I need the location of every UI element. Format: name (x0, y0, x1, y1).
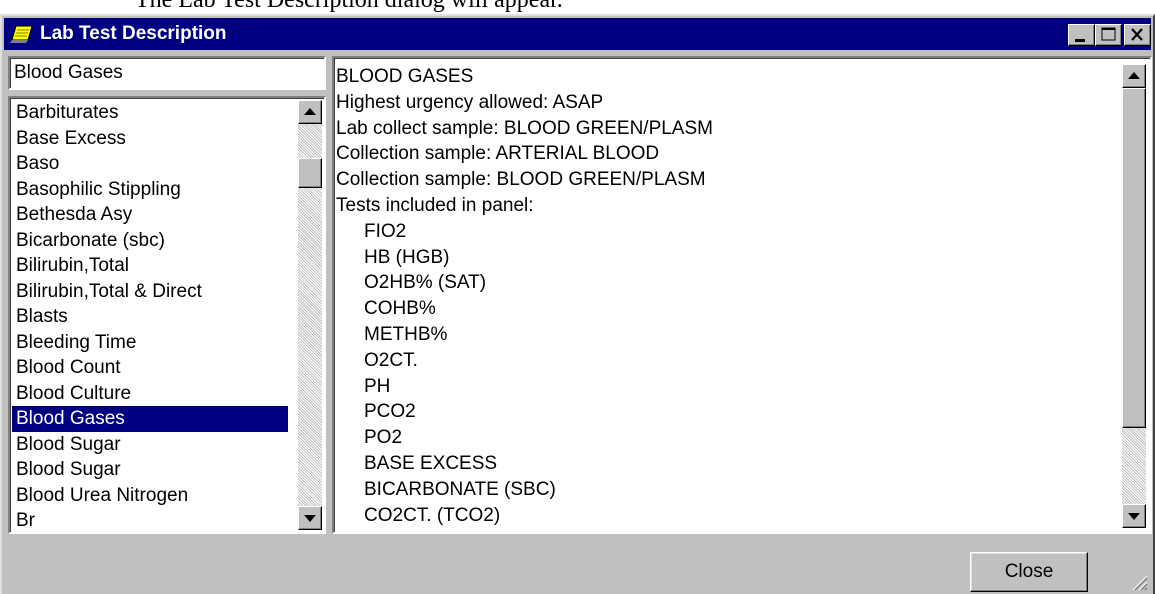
description-line: Tests included in panel: (336, 194, 534, 216)
list-item[interactable]: Bilirubin,Total & Direct (12, 279, 288, 305)
panel-test-line: BASE EXCESS (364, 452, 498, 474)
list-scroll-thumb[interactable] (298, 158, 322, 188)
resize-grip-icon[interactable] (1129, 572, 1149, 592)
arrow-down-icon (304, 515, 316, 522)
list-scrollbar[interactable] (298, 100, 322, 530)
list-item[interactable]: Bethesda Asy (12, 202, 288, 228)
panel-test-line: HB (HGB) (364, 246, 450, 268)
test-search-input[interactable] (8, 56, 326, 90)
list-item[interactable]: Blood Count (12, 355, 288, 381)
maximize-icon (1101, 27, 1116, 41)
maximize-button[interactable] (1095, 24, 1122, 46)
list-item[interactable]: Blood Urea Nitrogen (12, 483, 288, 509)
test-description-panel[interactable]: BLOOD GASES Highest urgency allowed: ASAP… (332, 56, 1152, 534)
description-line: Lab collect sample: BLOOD GREEN/PLASM (336, 117, 713, 139)
list-item[interactable]: Blood Sugar (12, 457, 288, 483)
arrow-up-icon (304, 108, 316, 115)
notepad-icon (10, 24, 34, 44)
arrow-down-icon (1128, 513, 1140, 520)
panel-test-line: COHB% (364, 298, 436, 320)
close-icon (1131, 28, 1143, 41)
close-window-button[interactable] (1124, 24, 1151, 46)
window-title: Lab Test Description (40, 23, 227, 44)
panel-test-line: O2HB% (SAT) (364, 272, 487, 294)
description-line: Collection sample: BLOOD GREEN/PLASM (336, 169, 706, 191)
list-item[interactable]: Br (12, 508, 288, 532)
panel-test-line: BICARBONATE (SBC) (364, 478, 556, 500)
lab-test-list-items: Barbiturates Base Excess Baso Basophilic St… (12, 100, 288, 532)
list-item[interactable]: Blasts (12, 304, 288, 330)
panel-test-line: PCO2 (364, 401, 416, 423)
panel-test-line: O2CT. (364, 349, 418, 371)
description-line: BLOOD GASES (336, 66, 474, 87)
list-item[interactable]: Bleeding Time (12, 330, 288, 356)
lab-test-list[interactable]: Barbiturates Base Excess Baso Basophilic St… (8, 96, 326, 534)
document-caption: The Lab Test Description dialog will app… (135, 0, 563, 13)
panel-test-line: PH (364, 375, 391, 397)
arrow-up-icon (1128, 72, 1140, 79)
title-bar[interactable]: Lab Test Description (4, 18, 1151, 50)
description-text: BLOOD GASES Highest urgency allowed: ASAP… (336, 64, 1116, 528)
panel-test-line: CO2CT. (TCO2) (364, 504, 501, 526)
description-line: Collection sample: ARTERIAL BLOOD (336, 143, 660, 165)
list-item[interactable]: Bicarbonate (sbc) (12, 228, 288, 254)
list-item[interactable]: Blood Gases (12, 406, 288, 432)
description-line: Highest urgency allowed: ASAP (336, 91, 604, 113)
close-button[interactable]: Close (970, 552, 1088, 592)
minimize-button[interactable] (1068, 24, 1095, 46)
description-scroll-down-button[interactable] (1122, 504, 1146, 528)
panel-test-line: METHB% (364, 323, 448, 345)
list-item[interactable]: Base Excess (12, 126, 288, 152)
list-item[interactable]: Basophilic Stippling (12, 177, 288, 203)
list-scroll-down-button[interactable] (298, 506, 322, 530)
list-item[interactable]: Blood Culture (12, 381, 288, 407)
description-scroll-thumb[interactable] (1122, 88, 1146, 428)
panel-test-line: PO2 (364, 427, 403, 449)
list-item[interactable]: Baso (12, 151, 288, 177)
panel-test-line: FIO2 (364, 220, 407, 242)
description-scroll-up-button[interactable] (1122, 64, 1146, 88)
description-scrollbar[interactable] (1122, 64, 1146, 528)
list-scroll-up-button[interactable] (298, 100, 322, 124)
list-item[interactable]: Blood Sugar (12, 432, 288, 458)
list-item[interactable]: Bilirubin,Total (12, 253, 288, 279)
minimize-icon (1075, 39, 1085, 42)
lab-test-description-dialog: Lab Test Description BarbituratesBase Ex… (0, 14, 1155, 594)
list-item[interactable]: Barbiturates (12, 100, 288, 126)
